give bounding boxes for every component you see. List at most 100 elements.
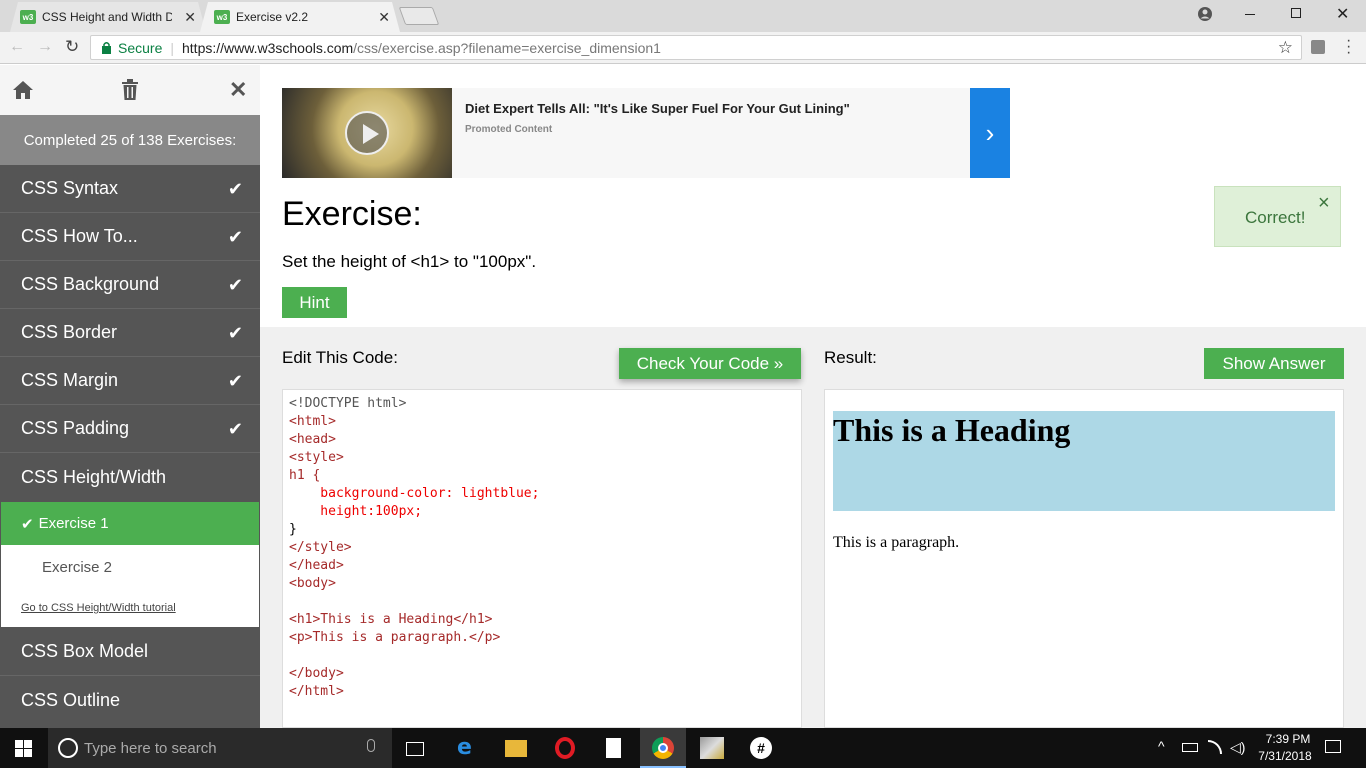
sidebar-item-label: CSS Background	[21, 274, 160, 294]
windows-taskbar: Type here to search e # ^ ◁) 7:39 PM 7/3…	[0, 728, 1366, 768]
ad-thumbnail[interactable]	[282, 88, 452, 178]
checkmark-icon: ✔	[227, 419, 243, 439]
taskbar-search-box[interactable]: Type here to search	[48, 728, 392, 768]
back-icon[interactable]: ←	[9, 38, 25, 56]
volume-icon[interactable]: ◁)	[1230, 739, 1245, 756]
check-your-code-button[interactable]: Check Your Code »	[619, 348, 801, 379]
sponsored-ad[interactable]: Diet Expert Tells All: "It's Like Super …	[282, 88, 1010, 178]
forward-icon[interactable]: →	[37, 38, 53, 56]
search-placeholder: Type here to search	[84, 740, 217, 757]
notepad-icon[interactable]	[606, 738, 621, 758]
clock-time[interactable]: 7:39 PM	[1258, 732, 1318, 746]
sidebar-item-label: CSS Border	[21, 322, 118, 342]
close-window-icon[interactable]: ✕	[1336, 4, 1349, 24]
account-icon[interactable]	[1197, 6, 1213, 22]
battery-icon[interactable]	[1182, 743, 1198, 752]
sidebar-item-css-height-width[interactable]: CSS Height/Width	[0, 453, 260, 501]
exercise-workspace: Edit This Code: Check Your Code » Result…	[260, 327, 1366, 728]
browser-tab-2[interactable]: w3 Exercise v2.2 ✕	[200, 2, 400, 32]
progress-status: Completed 25 of 138 Exercises:	[0, 115, 260, 165]
home-icon[interactable]	[12, 80, 34, 100]
windows-start-icon[interactable]	[15, 740, 32, 757]
browser-tab-bar: w3 CSS Height and Width Di ✕ w3 Exercise…	[0, 0, 1366, 32]
subitem-label: Exercise 1	[38, 515, 109, 532]
secure-label: Secure	[118, 39, 163, 56]
sidebar-item-css-box-model[interactable]: CSS Box Model	[0, 628, 260, 676]
url-field[interactable]: Secure | https://www.w3schools.com/css/e…	[90, 35, 1302, 60]
tab-title: Exercise v2.2	[236, 10, 309, 24]
sidebar-item-css-margin[interactable]: CSS Margin ✔	[0, 357, 260, 405]
show-hidden-icons[interactable]: ^	[1158, 738, 1165, 754]
action-center-icon[interactable]	[1325, 740, 1341, 753]
subitem-label: Exercise 2	[42, 558, 113, 576]
code-line: }	[289, 522, 297, 537]
code-line: <head>	[289, 432, 336, 447]
extension-icon[interactable]	[1311, 40, 1325, 54]
sidebar-item-css-outline[interactable]: CSS Outline	[0, 676, 260, 724]
checkmark-icon: ✔	[227, 179, 243, 199]
checkmark-icon: ✔	[227, 275, 243, 295]
task-view-icon[interactable]	[406, 742, 424, 756]
sidebar-subitem-exercise-2[interactable]: Exercise 2	[1, 545, 259, 589]
sidebar-item-label: CSS Padding	[21, 418, 130, 438]
play-icon[interactable]	[345, 111, 389, 155]
hint-button[interactable]: Hint	[282, 287, 347, 318]
ad-headline[interactable]: Diet Expert Tells All: "It's Like Super …	[465, 101, 850, 116]
sidebar-item-css-how-to[interactable]: CSS How To... ✔	[0, 213, 260, 261]
sidebar-item-css-padding[interactable]: CSS Padding ✔	[0, 405, 260, 453]
tutorial-link[interactable]: Go to CSS Height/Width tutorial	[21, 602, 176, 614]
code-line: <p>This is a paragraph.</p>	[289, 630, 501, 645]
close-tab-icon[interactable]: ✕	[184, 9, 196, 26]
code-editor[interactable]: <!DOCTYPE html> <html> <head> <style> h1…	[282, 389, 802, 728]
trash-icon[interactable]	[121, 79, 139, 101]
bookmark-star-icon[interactable]: ☆	[1278, 38, 1293, 58]
minimize-window-icon[interactable]	[1245, 14, 1255, 15]
code-line: </html>	[289, 684, 344, 699]
close-notice-icon[interactable]: ×	[1318, 192, 1330, 215]
sidebar-toolbar: ✕	[0, 65, 260, 115]
microphone-icon[interactable]	[367, 739, 375, 752]
code-line: <html>	[289, 414, 336, 429]
code-line: <style>	[289, 450, 344, 465]
tools-app-icon[interactable]	[700, 737, 724, 759]
cortana-icon	[58, 738, 78, 758]
code-line: </head>	[289, 558, 344, 573]
checkmark-icon: ✔	[21, 515, 34, 533]
checkmark-icon: ✔	[227, 227, 243, 247]
sidebar-item-css-background[interactable]: CSS Background ✔	[0, 261, 260, 309]
result-label: Result:	[824, 348, 877, 367]
sidebar-item-css-syntax[interactable]: CSS Syntax ✔	[0, 165, 260, 213]
show-answer-button[interactable]: Show Answer	[1204, 348, 1344, 379]
ad-promoted-label: Promoted Content	[465, 124, 553, 135]
exercise-sidebar: ✕ Completed 25 of 138 Exercises: CSS Syn…	[0, 65, 260, 728]
sidebar-subitem-exercise-1[interactable]: ✔ Exercise 1	[1, 502, 259, 545]
browser-tab-1[interactable]: w3 CSS Height and Width Di ✕	[10, 2, 206, 32]
slack-icon[interactable]: #	[750, 737, 772, 759]
w3schools-favicon: w3	[20, 10, 36, 24]
sidebar-item-css-border[interactable]: CSS Border ✔	[0, 309, 260, 357]
code-line: h1 {	[289, 468, 321, 483]
chrome-icon[interactable]	[640, 728, 686, 768]
sidebar-subpanel: ✔ Exercise 1 Exercise 2 Go to CSS Height/…	[0, 501, 260, 628]
code-line: <!DOCTYPE html>	[289, 396, 407, 411]
new-tab-button[interactable]	[398, 7, 440, 25]
edge-icon[interactable]: e	[457, 735, 472, 760]
url-path: /css/exercise.asp?filename=exercise_dime…	[353, 39, 661, 56]
lock-icon	[102, 42, 111, 54]
result-heading: This is a Heading	[833, 411, 1335, 511]
opera-icon[interactable]	[555, 737, 575, 759]
browser-menu-icon[interactable]: · · ·	[1346, 33, 1351, 61]
file-explorer-icon[interactable]	[505, 740, 527, 757]
sidebar-item-label: CSS Height/Width	[21, 466, 167, 487]
restore-window-icon[interactable]	[1291, 8, 1301, 18]
sidebar-item-label: CSS Box Model	[21, 641, 149, 661]
result-frame: This is a Heading This is a paragraph.	[824, 389, 1344, 728]
wifi-icon[interactable]	[1208, 740, 1222, 754]
close-sidebar-icon[interactable]: ✕	[229, 77, 247, 103]
reload-icon[interactable]: ↻	[65, 37, 79, 57]
ad-arrow-button[interactable]: ›	[970, 88, 1010, 178]
close-tab-icon[interactable]: ✕	[378, 9, 390, 26]
w3schools-favicon: w3	[214, 10, 230, 24]
clock-date[interactable]: 7/31/2018	[1252, 749, 1318, 763]
